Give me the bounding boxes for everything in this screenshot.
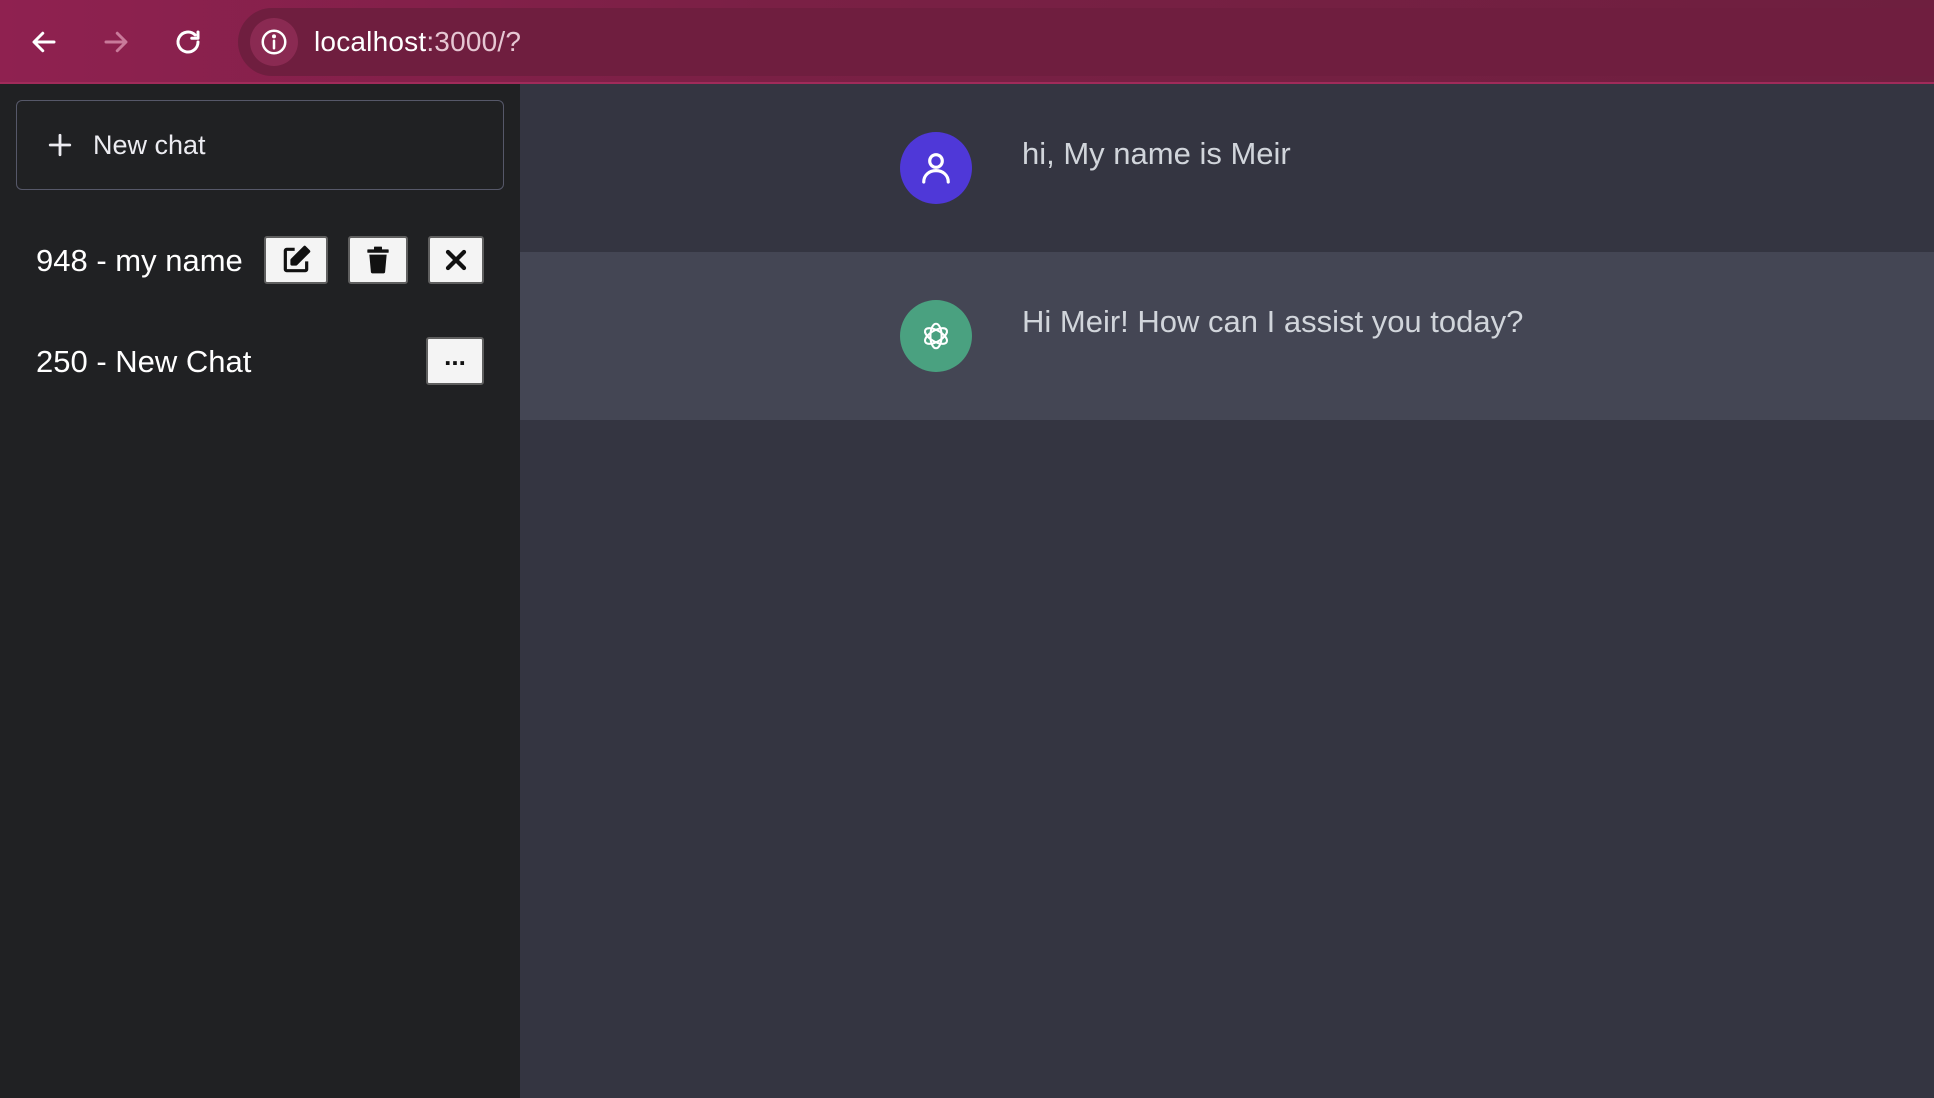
edit-chat-button[interactable] [264,236,328,284]
chat-list-item[interactable]: 250 - New Chat ... [36,337,496,387]
chat-list-item[interactable]: 948 - my name [36,236,496,286]
user-message-row: hi, My name is Meir [520,84,1934,252]
arrow-left-icon [32,31,56,53]
back-button[interactable] [16,14,72,70]
user-icon [922,153,950,184]
url-text: localhost:3000/? [314,26,521,58]
delete-chat-button[interactable] [348,236,408,284]
trash-icon [367,246,389,274]
new-chat-button[interactable]: New chat [16,100,504,190]
chat-title: 948 - my name [36,243,243,278]
url-path: :3000/? [426,26,522,57]
edit-icon [283,245,311,273]
user-avatar [900,132,972,204]
browser-toolbar: localhost:3000/? [0,0,1934,84]
message-text: Hi Meir! How can I assist you today? [1022,304,1524,339]
more-options-button[interactable]: ... [426,337,484,385]
openai-logo-icon [923,322,949,350]
site-info-button[interactable] [250,18,298,66]
assistant-avatar [900,300,972,372]
reload-button[interactable] [160,14,216,70]
forward-button[interactable] [88,14,144,70]
sidebar: New chat 948 - my name 250 - New Chat ..… [0,84,520,1098]
new-chat-label: New chat [93,129,206,160]
close-chat-button[interactable] [428,236,484,284]
assistant-message-row: Hi Meir! How can I assist you today? [520,252,1934,420]
close-icon [445,249,467,271]
arrow-right-icon [104,31,128,53]
chat-title: 250 - New Chat [36,344,252,379]
plus-icon [48,133,72,157]
reload-icon [176,30,200,54]
message-text: hi, My name is Meir [1022,136,1291,171]
url-host: localhost [314,26,427,57]
info-icon [261,29,287,55]
address-bar[interactable]: localhost:3000/? [238,8,1934,76]
conversation-panel: hi, My name is Meir Hi Meir! How can I a… [520,84,1934,1098]
